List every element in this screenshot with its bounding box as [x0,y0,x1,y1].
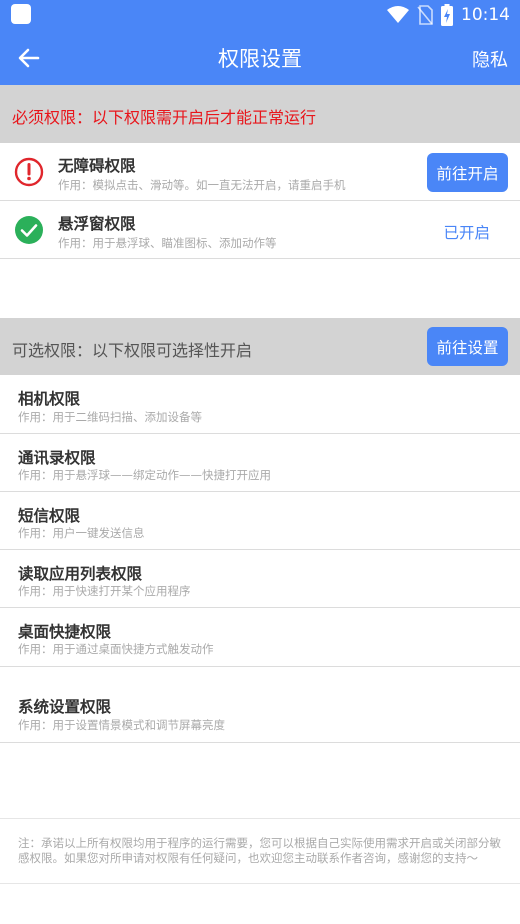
optional-permissions-banner: 可选权限：以下权限可选择性开启 前往设置 [0,318,520,375]
go-settings-button[interactable]: 前往设置 [427,327,508,366]
permission-desc: 作用：用户一键发送信息 [18,526,145,540]
check-circle-icon [15,216,43,244]
permission-name: 短信权限 [18,507,81,525]
privacy-button[interactable]: 隐私 [472,46,508,72]
permission-desc: 作用：用于通过桌面快捷方式触发动作 [18,642,214,656]
optional-row-contacts[interactable]: 通讯录权限 作用：用于悬浮球——绑定动作——快捷打开应用 [0,434,520,492]
status-icons: 10:14 [387,3,510,27]
optional-row-camera[interactable]: 相机权限 作用：用于二维码扫描、添加设备等 [0,375,520,434]
app-bar: 权限设置 隐私 [0,30,520,85]
divider [0,883,520,884]
permission-desc: 作用：用于设置情景模式和调节屏幕亮度 [18,718,225,732]
wifi-icon [387,6,409,23]
permission-desc: 作用：用于悬浮球、瞄准图标、添加动作等 [58,236,277,250]
required-banner-text: 必须权限：以下权限需开启后才能正常运行 [12,108,317,127]
permission-desc: 作用：用于快速打开某个应用程序 [18,584,191,598]
status-time: 10:14 [461,5,510,25]
battery-charging-icon [441,4,453,26]
permission-desc: 作用：用于悬浮球——绑定动作——快捷打开应用 [18,468,271,482]
page-title: 权限设置 [218,47,302,71]
permission-name: 桌面快捷权限 [18,623,112,641]
optional-row-system-settings[interactable]: 系统设置权限 作用：用于设置情景模式和调节屏幕亮度 [0,667,520,743]
permission-row-overlay: 悬浮窗权限 作用：用于悬浮球、瞄准图标、添加动作等 已开启 [0,201,520,259]
permission-name: 相机权限 [18,390,81,408]
optional-row-app-list[interactable]: 读取应用列表权限 作用：用于快速打开某个应用程序 [0,550,520,608]
permission-name: 读取应用列表权限 [18,565,143,583]
status-bar: 10:14 [0,0,520,30]
no-sim-icon [417,5,433,25]
optional-row-sms[interactable]: 短信权限 作用：用户一键发送信息 [0,492,520,550]
footer-note: 注：承诺以上所有权限均用于程序的运行需要，您可以根据自己实际使用需求开启或关闭部… [18,836,501,865]
go-enable-button[interactable]: 前往开启 [427,153,508,192]
permission-name: 系统设置权限 [18,698,112,716]
app-notification-icon [11,4,31,24]
optional-row-shortcut[interactable]: 桌面快捷权限 作用：用于通过桌面快捷方式触发动作 [0,608,520,667]
permission-desc: 作用：用于二维码扫描、添加设备等 [18,410,202,424]
permission-row-accessibility: 无障碍权限 作用：模拟点击、滑动等。如一直无法开启，请重启手机 前往开启 [0,143,520,201]
required-permissions-banner: 必须权限：以下权限需开启后才能正常运行 [0,85,520,143]
enabled-status: 已开启 [443,224,490,242]
optional-banner-text: 可选权限：以下权限可选择性开启 [12,341,253,360]
permission-name: 通讯录权限 [18,449,96,467]
alert-circle-icon [14,157,44,187]
permission-name: 悬浮窗权限 [58,215,136,233]
permission-name: 无障碍权限 [58,157,136,175]
permission-desc: 作用：模拟点击、滑动等。如一直无法开启，请重启手机 [58,178,346,192]
divider [0,818,520,819]
